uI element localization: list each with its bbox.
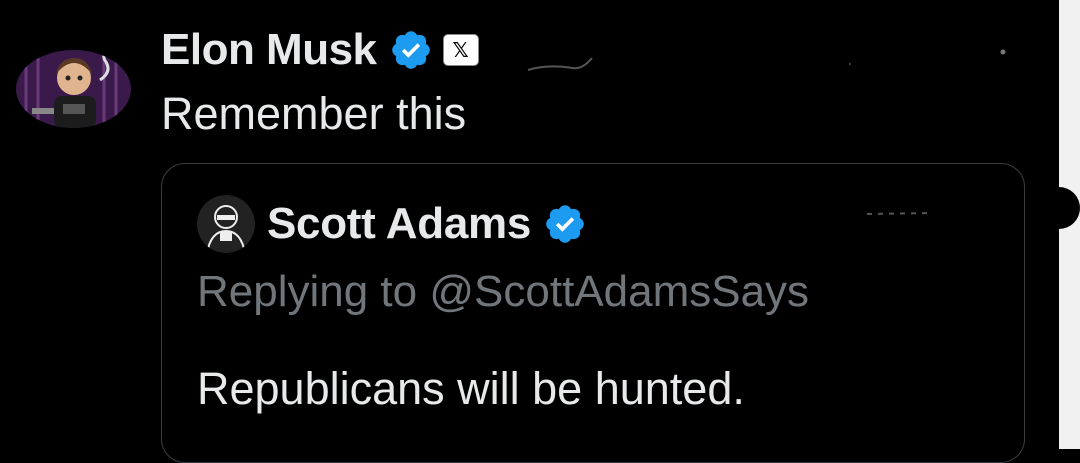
reply-handle[interactable]: @ScottAdamsSays: [429, 267, 809, 316]
author-avatar[interactable]: [16, 50, 131, 128]
author-name[interactable]: Elon Musk: [161, 25, 377, 75]
quoted-author-avatar[interactable]: [197, 195, 255, 253]
replying-to-line: Replying to @ScottAdamsSays: [197, 267, 809, 317]
obscured-handle: [527, 49, 1006, 71]
verified-badge-icon[interactable]: [389, 28, 433, 72]
obscured-handle: [866, 212, 933, 215]
replying-to-label: Replying to: [197, 267, 430, 316]
author-header: Elon Musk 𝕏: [161, 25, 479, 75]
post-text: Remember this: [161, 88, 467, 139]
verified-badge-icon[interactable]: [543, 202, 587, 246]
scroll-indicator: [1038, 187, 1080, 229]
quoted-author-header: Scott Adams: [267, 199, 587, 249]
quoted-post-card[interactable]: Scott Adams Replying to @ScottAdamsSays …: [161, 163, 1025, 463]
quoted-post-text: Republicans will be hunted.: [197, 363, 745, 414]
quoted-author-name[interactable]: Scott Adams: [267, 199, 531, 249]
x-logo-icon[interactable]: 𝕏: [442, 34, 479, 66]
